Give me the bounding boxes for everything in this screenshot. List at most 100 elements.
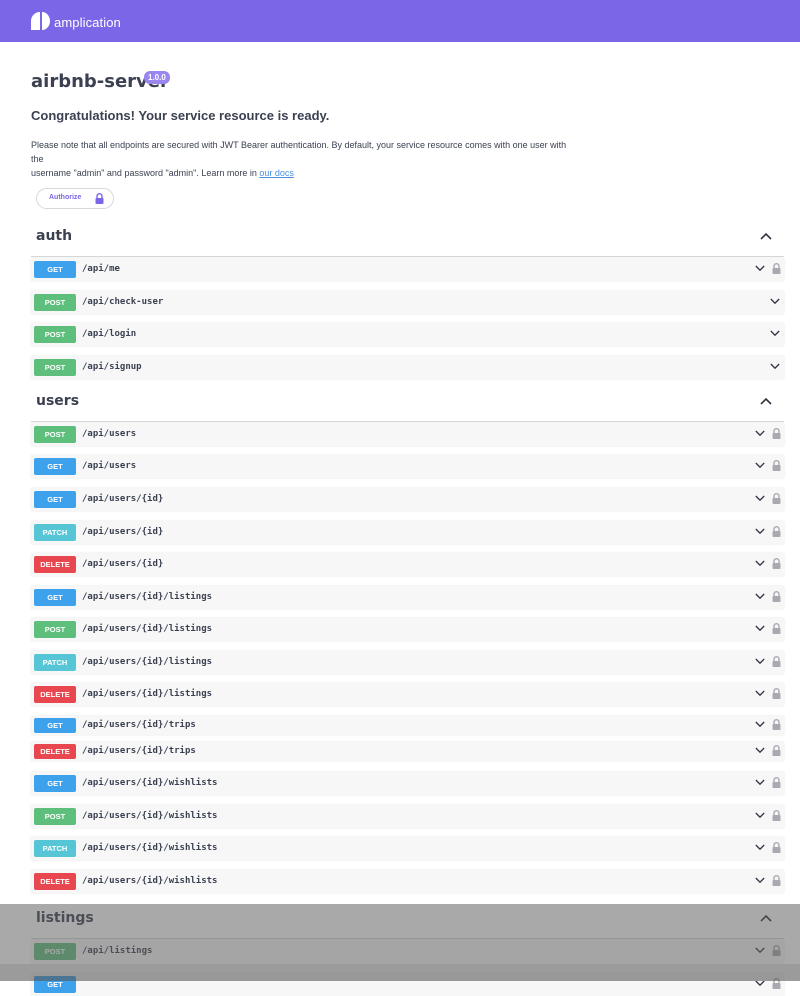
chevron-up-icon[interactable] [760,397,772,405]
operation-row[interactable]: GET/api/users/{id}/wishlists [31,772,784,795]
chevron-down-icon[interactable] [755,690,765,697]
operation-path: /api/users/{id}/wishlists [82,876,218,886]
operation-row[interactable]: GET/api/users [31,455,784,478]
chevron-down-icon[interactable] [755,593,765,600]
method-badge: POST [34,943,76,960]
chevron-down-icon[interactable] [755,721,765,728]
section-listings[interactable]: listings [31,902,784,939]
operation-row[interactable]: DELETE/api/users/{id}/trips [31,742,784,761]
lock-icon[interactable] [772,688,781,699]
operation-path: /api/users/{id}/listings [82,624,213,634]
authorize-button[interactable]: Authorize [36,188,114,209]
method-badge: POST [34,326,76,343]
chevron-down-icon[interactable] [755,844,765,851]
chevron-down-icon[interactable] [755,495,765,502]
method-badge: GET [34,458,76,475]
operation-row[interactable]: PATCH/api/users/{id}/listings [31,651,784,674]
lock-icon[interactable] [772,656,781,667]
chevron-down-icon[interactable] [755,658,765,665]
operation-path: /api/users/{id} [82,559,164,569]
lock-icon[interactable] [772,978,781,989]
service-ready-heading: Congratulations! Your service resource i… [31,108,330,123]
operation-path: /api/check-user [82,297,164,307]
lock-icon[interactable] [772,945,781,956]
operation-path: /api/listings [82,946,153,956]
lock-icon[interactable] [772,842,781,853]
operation-row[interactable]: GET/api/users/{id} [31,488,784,511]
version-badge: 1.0.0 [144,71,170,84]
operation-row[interactable]: POST/api/users/{id}/listings [31,618,784,641]
lock-icon[interactable] [772,428,781,439]
method-badge: POST [34,359,76,376]
lock-icon[interactable] [772,623,781,634]
chevron-up-icon[interactable] [760,914,772,922]
operation-path: /api/users/{id}/listings [82,592,213,602]
amplication-logo-icon[interactable] [31,11,50,31]
lock-icon[interactable] [772,777,781,788]
method-badge: POST [34,621,76,638]
description-line-1: Please note that all endpoints are secur… [31,140,567,164]
chevron-down-icon[interactable] [755,747,765,754]
method-badge: GET [34,775,76,792]
operation-row[interactable]: DELETE/api/users/{id}/listings [31,683,784,706]
chevron-down-icon[interactable] [755,779,765,786]
method-badge: GET [34,976,76,993]
operation-row[interactable]: GET/api/users/{id}/trips [31,716,784,735]
chevron-down-icon[interactable] [755,430,765,437]
operation-row[interactable]: GET/api/users/{id}/listings [31,586,784,609]
chevron-down-icon[interactable] [755,265,765,272]
chevron-down-icon[interactable] [755,877,765,884]
lock-icon[interactable] [772,263,781,274]
operation-path: /api/users/{id}/wishlists [82,778,218,788]
lock-icon[interactable] [772,558,781,569]
operation-row[interactable]: DELETE/api/users/{id} [31,553,784,576]
lock-icon[interactable] [772,719,781,730]
chevron-down-icon[interactable] [770,298,780,305]
lock-icon[interactable] [772,810,781,821]
chevron-down-icon[interactable] [755,528,765,535]
chevron-down-icon[interactable] [755,560,765,567]
method-badge: DELETE [34,744,76,759]
chevron-down-icon[interactable] [755,462,765,469]
method-badge: DELETE [34,556,76,573]
lock-icon[interactable] [772,460,781,471]
operation-row[interactable]: PATCH/api/users/{id} [31,521,784,544]
lock-icon[interactable] [772,493,781,504]
docs-link[interactable]: our docs [259,168,294,178]
operation-row[interactable]: PATCH/api/users/{id}/wishlists [31,837,784,860]
method-badge: POST [34,426,76,443]
operation-row[interactable]: GET [31,973,784,996]
chevron-down-icon[interactable] [770,363,780,370]
section-title: listings [36,910,94,926]
operation-row[interactable]: POST/api/check-user [31,291,784,314]
lock-icon [95,193,104,204]
lock-icon[interactable] [772,875,781,886]
section-auth[interactable]: auth [31,220,784,257]
chevron-down-icon[interactable] [755,980,765,987]
method-badge: DELETE [34,873,76,890]
operation-row[interactable]: POST/api/users [31,423,784,446]
lock-icon[interactable] [772,526,781,537]
brand-name[interactable]: amplication [54,15,121,30]
chevron-down-icon[interactable] [755,947,765,954]
chevron-down-icon[interactable] [770,330,780,337]
operation-row[interactable]: POST/api/signup [31,356,784,379]
lock-icon[interactable] [772,745,781,756]
operation-row[interactable]: POST/api/users/{id}/wishlists [31,805,784,828]
chevron-up-icon[interactable] [760,232,772,240]
operation-path: /api/users/{id}/trips [82,720,196,730]
operation-row[interactable]: DELETE/api/users/{id}/wishlists [31,870,784,893]
top-bar: amplication [0,0,800,42]
chevron-down-icon[interactable] [755,812,765,819]
operation-path: /api/login [82,329,137,339]
chevron-down-icon[interactable] [755,625,765,632]
operation-row[interactable]: GET/api/me [31,258,784,281]
method-badge: PATCH [34,840,76,857]
operation-path: /api/signup [82,362,142,372]
method-badge: PATCH [34,654,76,671]
operation-row[interactable]: POST/api/listings [31,940,784,963]
lock-icon[interactable] [772,591,781,602]
section-users[interactable]: users [31,385,784,422]
operation-row[interactable]: POST/api/login [31,323,784,346]
method-badge: GET [34,261,76,278]
